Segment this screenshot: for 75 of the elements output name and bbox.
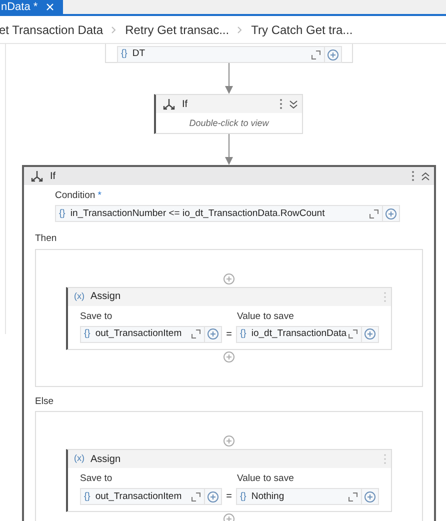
add-activity-icon[interactable] bbox=[223, 435, 235, 447]
expand-icon[interactable] bbox=[191, 329, 201, 340]
equals-sign: = bbox=[225, 328, 233, 342]
plus-icon bbox=[385, 208, 397, 220]
branch-icon bbox=[30, 170, 44, 182]
expression-field[interactable]: {} io_dt_TransactionData bbox=[236, 326, 362, 343]
branch-label: Then bbox=[35, 232, 58, 246]
expand-icon[interactable] bbox=[348, 329, 358, 340]
add-button[interactable] bbox=[362, 326, 379, 343]
chevron-icon bbox=[111, 26, 118, 34]
expression-field[interactable]: {} out_TransactionItem bbox=[80, 326, 205, 343]
plus-icon bbox=[364, 490, 376, 503]
tab-title: nData * bbox=[1, 0, 38, 14]
expand-icon[interactable] bbox=[348, 492, 358, 502]
branch-label: Else bbox=[35, 394, 54, 409]
plus-icon bbox=[327, 48, 339, 60]
brace-prefix: {} bbox=[121, 47, 128, 62]
expand-icon[interactable] bbox=[311, 50, 321, 60]
more-icon[interactable] bbox=[279, 98, 283, 110]
equals-sign: = bbox=[225, 490, 233, 504]
breadcrumb-link[interactable]: Try Catch Get tra... bbox=[251, 20, 353, 38]
field-value: io_dt_TransactionData bbox=[251, 327, 348, 342]
field-label: Condition * bbox=[55, 189, 102, 203]
brace-prefix: {} bbox=[240, 490, 246, 504]
arrow-connector bbox=[224, 134, 234, 165]
activity-title: Assign bbox=[90, 290, 122, 304]
add-activity-icon[interactable] bbox=[223, 272, 235, 284]
brace-prefix: {} bbox=[59, 206, 66, 221]
field-label: Save to bbox=[80, 472, 114, 486]
assign-icon: (x) bbox=[74, 290, 84, 304]
field-value: out_TransactionItem bbox=[95, 490, 183, 504]
brace-prefix: {} bbox=[240, 327, 246, 342]
field-value: in_TransactionNumber <= io_dt_TransactionData.RowCount bbox=[70, 206, 326, 221]
field-label: Save to bbox=[80, 310, 114, 324]
plus-icon bbox=[207, 328, 219, 340]
field-value: Nothing bbox=[251, 490, 286, 504]
field-label: Value to save bbox=[237, 472, 294, 486]
activity-card[interactable]: If Double-click to view bbox=[154, 94, 303, 134]
field-value: DT bbox=[132, 47, 146, 62]
activity-card[interactable]: (x) Assign Save to Value to save {} out_TransactionItem = {} Nothing bbox=[66, 449, 392, 512]
activity-card[interactable]: (x) Assign Save to Value to save {} out_TransactionItem = {} io_dt_TransactionData bbox=[66, 286, 392, 350]
activity-title: If bbox=[182, 98, 189, 112]
expression-field[interactable]: {} Nothing bbox=[236, 488, 362, 506]
document-tab[interactable]: nData * bbox=[0, 0, 63, 14]
add-button[interactable] bbox=[205, 488, 222, 506]
expand-icon[interactable] bbox=[191, 492, 201, 502]
add-button[interactable] bbox=[325, 46, 342, 63]
activity-title: Assign bbox=[90, 452, 122, 466]
activity-card[interactable]: {} DT bbox=[105, 44, 353, 63]
more-icon[interactable] bbox=[411, 170, 415, 182]
add-button[interactable] bbox=[362, 488, 379, 506]
add-button[interactable] bbox=[383, 205, 400, 222]
collapse-chevrons-icon[interactable] bbox=[421, 172, 430, 180]
activity-card[interactable] bbox=[22, 165, 436, 521]
hint-text: Double-click to view bbox=[188, 117, 270, 130]
brace-prefix: {} bbox=[84, 490, 90, 504]
plus-icon bbox=[207, 490, 219, 503]
expand-icon[interactable] bbox=[369, 208, 379, 219]
add-activity-icon[interactable] bbox=[223, 350, 235, 363]
assign-icon: (x) bbox=[74, 452, 84, 466]
expression-field[interactable]: {} DT bbox=[117, 46, 325, 63]
expand-chevrons-icon[interactable] bbox=[289, 100, 298, 108]
add-button[interactable] bbox=[205, 326, 222, 343]
chevron-icon bbox=[237, 26, 244, 34]
expression-field[interactable]: {} in_TransactionNumber <= io_dt_TransactionData.RowCount bbox=[55, 205, 383, 222]
close-icon[interactable] bbox=[46, 3, 54, 11]
brace-prefix: {} bbox=[84, 327, 90, 342]
plus-icon bbox=[364, 328, 376, 340]
breadcrumb-link[interactable]: Retry Get transac... bbox=[125, 20, 230, 38]
field-label: Value to save bbox=[237, 310, 294, 324]
branch-icon bbox=[162, 98, 176, 110]
activity-title: If bbox=[50, 170, 57, 184]
field-value: out_TransactionItem bbox=[95, 327, 183, 342]
expression-field[interactable]: {} out_TransactionItem bbox=[80, 488, 205, 506]
arrow-connector bbox=[224, 63, 234, 94]
